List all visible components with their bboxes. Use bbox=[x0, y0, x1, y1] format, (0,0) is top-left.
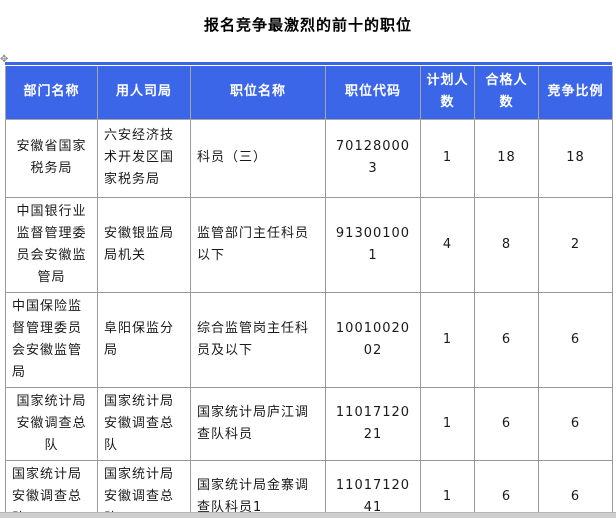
header-qualified: 合格人数 bbox=[475, 66, 539, 119]
cell-position: 科员（三） bbox=[191, 119, 326, 197]
cell-code: 701280003 bbox=[326, 119, 421, 197]
header-position: 职位名称 bbox=[191, 66, 326, 119]
cell-code: 1101712021 bbox=[326, 387, 421, 460]
cell-qualified: 6 bbox=[475, 387, 539, 460]
cell-ratio: 6 bbox=[539, 292, 613, 387]
cell-code: 1101712041 bbox=[326, 460, 421, 518]
cell-bureau: 国家统计局安徽调查总队 bbox=[98, 387, 191, 460]
cell-qualified: 6 bbox=[475, 292, 539, 387]
header-planned: 计划人数 bbox=[421, 66, 475, 119]
cell-department: 中国银行业监督管理委员会安徽监管局 bbox=[6, 197, 98, 292]
cell-department: 安徽省国家税务局 bbox=[6, 119, 98, 197]
page-title: 报名竞争最激烈的前十的职位 bbox=[0, 0, 616, 35]
cell-planned: 1 bbox=[421, 460, 475, 518]
jobs-table: 部门名称 用人司局 职位名称 职位代码 计划人数 合格人数 竞争比例 安徽省国家… bbox=[5, 66, 613, 518]
cell-planned: 1 bbox=[421, 119, 475, 197]
cell-bureau: 安徽银监局局机关 bbox=[98, 197, 191, 292]
cell-position: 监管部门主任科员以下 bbox=[191, 197, 326, 292]
cell-qualified: 18 bbox=[475, 119, 539, 197]
header-code: 职位代码 bbox=[326, 66, 421, 119]
cell-planned: 4 bbox=[421, 197, 475, 292]
cell-code: 1001002002 bbox=[326, 292, 421, 387]
cell-department: 中国保险监督管理委员会安徽监管局 bbox=[6, 292, 98, 387]
table-row: 中国银行业监督管理委员会安徽监管局安徽银监局局机关监管部门主任科员以下91300… bbox=[6, 197, 613, 292]
cell-ratio: 2 bbox=[539, 197, 613, 292]
table-row: 国家统计局安徽调查总队国家统计局安徽调查总队国家统计局金寨调查队科员111017… bbox=[6, 460, 613, 518]
table-header-row: 部门名称 用人司局 职位名称 职位代码 计划人数 合格人数 竞争比例 bbox=[6, 66, 613, 119]
cell-qualified: 8 bbox=[475, 197, 539, 292]
cell-ratio: 18 bbox=[539, 119, 613, 197]
header-bureau: 用人司局 bbox=[98, 66, 191, 119]
header-ratio: 竞争比例 bbox=[539, 66, 613, 119]
table-row: 中国保险监督管理委员会安徽监管局阜阳保监分局综合监管岗主任科员及以下100100… bbox=[6, 292, 613, 387]
cell-department: 国家统计局安徽调查总队 bbox=[6, 387, 98, 460]
cell-code: 913001001 bbox=[326, 197, 421, 292]
table-row: 安徽省国家税务局六安经济技术开发区国家税务局科员（三）7012800031181… bbox=[6, 119, 613, 197]
cell-planned: 1 bbox=[421, 292, 475, 387]
table-row: 国家统计局安徽调查总队国家统计局安徽调查总队国家统计局庐江调查队科员110171… bbox=[6, 387, 613, 460]
cell-department: 国家统计局安徽调查总队 bbox=[6, 460, 98, 518]
table-top-border bbox=[5, 62, 612, 65]
window-bottom-edge bbox=[0, 512, 616, 518]
cell-bureau: 国家统计局安徽调查总队 bbox=[98, 460, 191, 518]
cell-bureau: 六安经济技术开发区国家税务局 bbox=[98, 119, 191, 197]
cell-bureau: 阜阳保监分局 bbox=[98, 292, 191, 387]
cell-position: 国家统计局庐江调查队科员 bbox=[191, 387, 326, 460]
cell-position: 综合监管岗主任科员及以下 bbox=[191, 292, 326, 387]
header-department: 部门名称 bbox=[6, 66, 98, 119]
cell-planned: 1 bbox=[421, 387, 475, 460]
cell-position: 国家统计局金寨调查队科员1 bbox=[191, 460, 326, 518]
cell-qualified: 6 bbox=[475, 460, 539, 518]
cell-ratio: 6 bbox=[539, 387, 613, 460]
jobs-table-container: 部门名称 用人司局 职位名称 职位代码 计划人数 合格人数 竞争比例 安徽省国家… bbox=[5, 62, 612, 518]
cell-ratio: 6 bbox=[539, 460, 613, 518]
